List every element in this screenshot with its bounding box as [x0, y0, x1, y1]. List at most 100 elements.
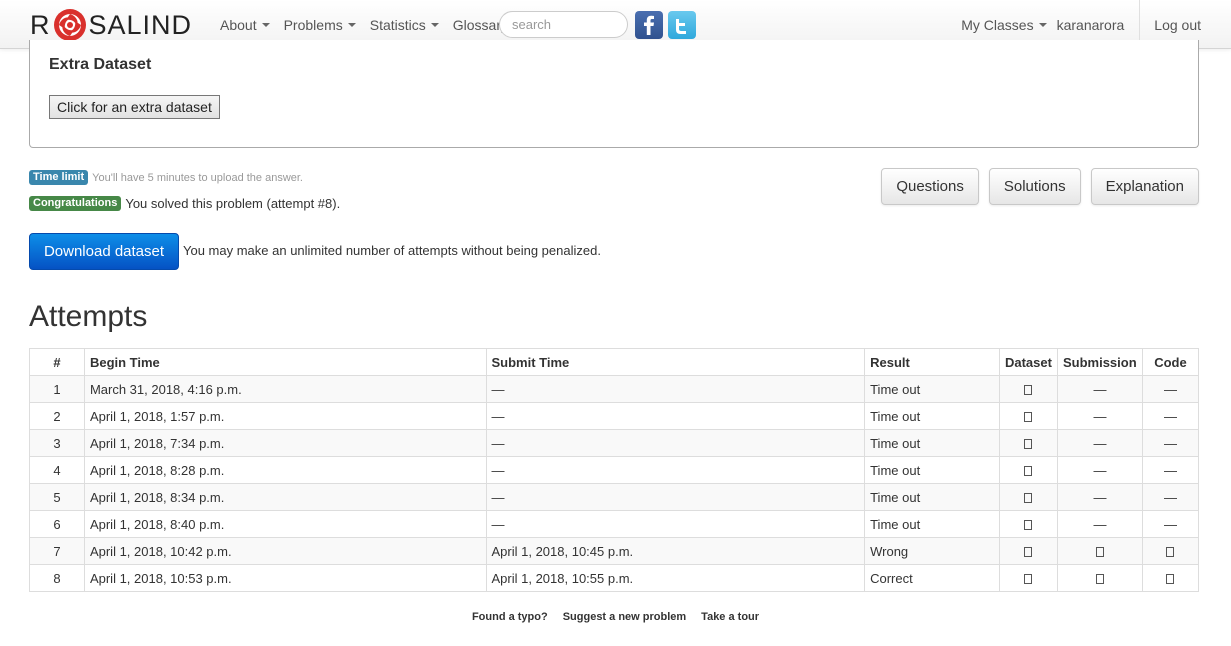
time-limit-badge: Time limit: [29, 170, 89, 185]
cell-submit-time-text: April 1, 2018, 10:45 p.m.: [491, 543, 634, 559]
explanation-button[interactable]: Explanation: [1090, 168, 1199, 205]
cell-begin-time: April 1, 2018, 8:34 p.m.: [83, 483, 487, 511]
cell-num-text: 3: [53, 435, 61, 451]
time-limit-text: You'll have 5 minutes to upload the answ…: [92, 171, 303, 184]
cell-submission[interactable]: [1056, 564, 1143, 592]
cell-num: 2: [29, 402, 85, 430]
rosalind-logo[interactable]: R SALIND: [30, 5, 192, 45]
cell-result-text: Time out: [870, 516, 921, 532]
caret-down-icon: [430, 22, 439, 27]
download-dataset-icon[interactable]: [1024, 466, 1033, 477]
cell-num-text: 6: [53, 516, 61, 532]
table-row: 4 April 1, 2018, 8:28 p.m. — Time out — —: [29, 456, 1200, 484]
view-submission-icon[interactable]: [1095, 574, 1104, 585]
cell-code-text: —: [1163, 462, 1177, 478]
logout-label: Log out: [1154, 16, 1201, 33]
cell-num-text: 8: [53, 570, 61, 586]
download-dataset-icon[interactable]: [1024, 493, 1033, 504]
problem-actions: Questions Solutions Explanation: [881, 168, 1199, 205]
download-dataset-button[interactable]: Download dataset: [29, 233, 179, 270]
cell-dataset[interactable]: [998, 564, 1058, 592]
take-tour-link[interactable]: Take a tour: [701, 611, 759, 623]
download-dataset-icon[interactable]: [1024, 547, 1033, 558]
cell-code: —: [1141, 375, 1200, 403]
col-header-dataset: Dataset: [998, 348, 1058, 376]
cell-code: —: [1141, 456, 1200, 484]
cell-submit-time: —: [485, 510, 866, 538]
cell-dataset[interactable]: [998, 483, 1058, 511]
cell-result: Time out: [864, 429, 1000, 457]
cell-begin-time: April 1, 2018, 8:40 p.m.: [83, 510, 487, 538]
cell-begin-time: April 1, 2018, 10:53 p.m.: [83, 564, 487, 592]
cell-result: Correct: [864, 564, 1000, 592]
download-dataset-icon[interactable]: [1024, 520, 1033, 531]
cell-result: Time out: [864, 483, 1000, 511]
cell-result: Wrong: [864, 537, 1000, 565]
cell-code[interactable]: [1141, 564, 1200, 592]
cell-code-text: —: [1163, 408, 1177, 424]
cell-submission-text: —: [1093, 489, 1107, 505]
cell-begin-time-text: April 1, 2018, 7:34 p.m.: [89, 435, 225, 451]
cell-submit-time: —: [485, 429, 866, 457]
twitter-icon[interactable]: [668, 11, 696, 39]
cell-result: Time out: [864, 402, 1000, 430]
found-typo-link[interactable]: Found a typo?: [472, 611, 548, 623]
facebook-icon[interactable]: [635, 11, 663, 39]
cell-num-text: 2: [53, 408, 61, 424]
brand-text: SALIND: [88, 9, 193, 40]
cell-submission: —: [1056, 375, 1143, 403]
questions-button[interactable]: Questions: [881, 168, 979, 205]
cell-dataset[interactable]: [998, 456, 1058, 484]
suggest-problem-link[interactable]: Suggest a new problem: [563, 611, 686, 623]
attempts-heading: Attempts: [29, 300, 148, 333]
cell-code: —: [1141, 510, 1200, 538]
cell-result-text: Time out: [870, 381, 921, 397]
download-dataset-icon[interactable]: [1024, 385, 1033, 396]
cell-dataset[interactable]: [998, 402, 1058, 430]
cell-result-text: Time out: [870, 462, 921, 478]
cell-code-text: —: [1163, 489, 1177, 505]
cell-begin-time-text: April 1, 2018, 8:34 p.m.: [89, 489, 225, 505]
cell-submission: —: [1056, 429, 1143, 457]
cell-code[interactable]: [1141, 537, 1200, 565]
cell-result-text: Correct: [870, 570, 913, 586]
download-note: You may make an unlimited number of atte…: [183, 243, 601, 258]
cell-submission: —: [1056, 456, 1143, 484]
cell-submit-time-text: —: [491, 381, 505, 397]
cell-num-text: 5: [53, 489, 61, 505]
cell-dataset[interactable]: [998, 537, 1058, 565]
solutions-button[interactable]: Solutions: [988, 168, 1081, 205]
view-code-icon[interactable]: [1166, 574, 1175, 585]
cell-submission[interactable]: [1056, 537, 1143, 565]
cell-dataset[interactable]: [998, 375, 1058, 403]
col-header-result: Result: [864, 348, 1000, 376]
view-code-icon[interactable]: [1166, 547, 1175, 558]
table-row: 8 April 1, 2018, 10:53 p.m. April 1, 2018,…: [29, 564, 1200, 592]
cell-num: 8: [29, 564, 85, 592]
search-input[interactable]: [499, 11, 628, 38]
cell-code: —: [1141, 429, 1200, 457]
rosalind-rose-icon: [53, 9, 86, 41]
cell-code-text: —: [1163, 381, 1177, 397]
extra-dataset-button[interactable]: Click for an extra dataset: [49, 95, 220, 119]
caret-down-icon: [1038, 22, 1047, 27]
view-submission-icon[interactable]: [1095, 547, 1104, 558]
cell-submission-text: —: [1093, 462, 1107, 478]
cell-submit-time-text: —: [491, 489, 505, 505]
cell-submission-text: —: [1093, 435, 1107, 451]
cell-submit-time: —: [485, 456, 866, 484]
table-row: 7 April 1, 2018, 10:42 p.m. April 1, 2018,…: [29, 537, 1200, 565]
cell-dataset[interactable]: [998, 510, 1058, 538]
table-row: 6 April 1, 2018, 8:40 p.m. — Time out — —: [29, 510, 1200, 538]
download-dataset-icon[interactable]: [1024, 574, 1033, 585]
attempts-table-body: 1 March 31, 2018, 4:16 p.m. — Time out — — 2 Ap…: [29, 375, 1200, 592]
username-label: karanarora: [1056, 16, 1125, 33]
cell-dataset[interactable]: [998, 429, 1058, 457]
cell-begin-time: April 1, 2018, 10:42 p.m.: [83, 537, 487, 565]
cell-num: 7: [29, 537, 85, 565]
col-header-submit: Submit Time: [485, 348, 866, 376]
download-dataset-icon[interactable]: [1024, 439, 1033, 450]
download-dataset-icon[interactable]: [1024, 412, 1033, 423]
cell-begin-time-text: April 1, 2018, 10:42 p.m.: [89, 543, 232, 559]
cell-submission-text: —: [1093, 408, 1107, 424]
